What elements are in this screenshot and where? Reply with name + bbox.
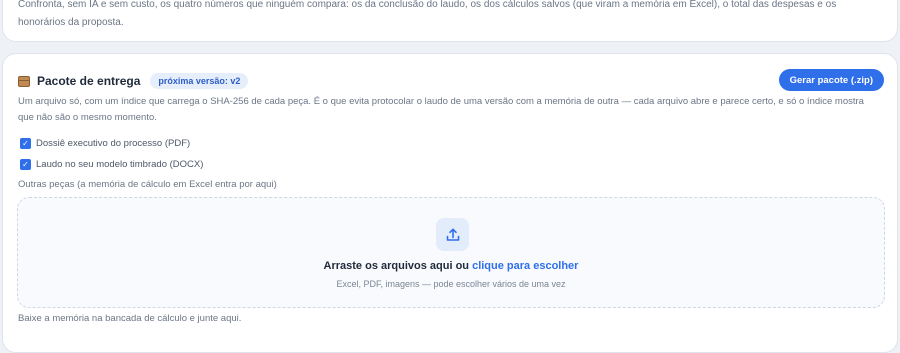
package-header: Pacote de entrega próxima versão: v2 <box>18 71 249 91</box>
option-label: Laudo no seu modelo timbrado (DOCX) <box>36 159 204 170</box>
option-label: Dossiê executivo do processo (PDF) <box>36 138 191 149</box>
version-badge: próxima versão: v2 <box>150 73 249 89</box>
dropzone-subtitle: Excel, PDF, imagens — pode escolher vári… <box>336 279 566 289</box>
file-dropzone[interactable]: Arraste os arquivos aqui ou clique para … <box>17 197 885 308</box>
option-report-docx[interactable]: ✓ Laudo no seu modelo timbrado (DOCX) <box>20 159 203 170</box>
choose-files-link[interactable]: clique para escolher <box>472 260 578 272</box>
generate-package-button[interactable]: Gerar pacote (.zip) <box>778 69 884 91</box>
upload-icon <box>436 218 469 251</box>
other-pieces-label: Outras peças (a memória de cálculo em Ex… <box>18 179 277 190</box>
comparison-card: Confronta, sem IA e sem custo, os quatro… <box>2 0 898 42</box>
delivery-package-card: Pacote de entrega próxima versão: v2 Ger… <box>2 53 898 353</box>
package-box-icon <box>18 75 30 87</box>
option-executive-dossier[interactable]: ✓ Dossiê executivo do processo (PDF) <box>20 138 190 149</box>
footer-hint: Baixe a memória na bancada de cálculo e … <box>18 313 242 324</box>
package-title: Pacote de entrega <box>37 74 141 88</box>
comparison-card-text: Confronta, sem IA e sem custo, os quatro… <box>18 0 837 28</box>
dropzone-title: Arraste os arquivos aqui ou clique para … <box>18 260 884 272</box>
checkbox-checked-icon[interactable]: ✓ <box>20 159 31 170</box>
package-description: Um arquivo só, com um índice que carrega… <box>18 96 864 123</box>
checkbox-checked-icon[interactable]: ✓ <box>20 138 31 149</box>
dropzone-title-prefix: Arraste os arquivos aqui ou <box>323 260 470 272</box>
